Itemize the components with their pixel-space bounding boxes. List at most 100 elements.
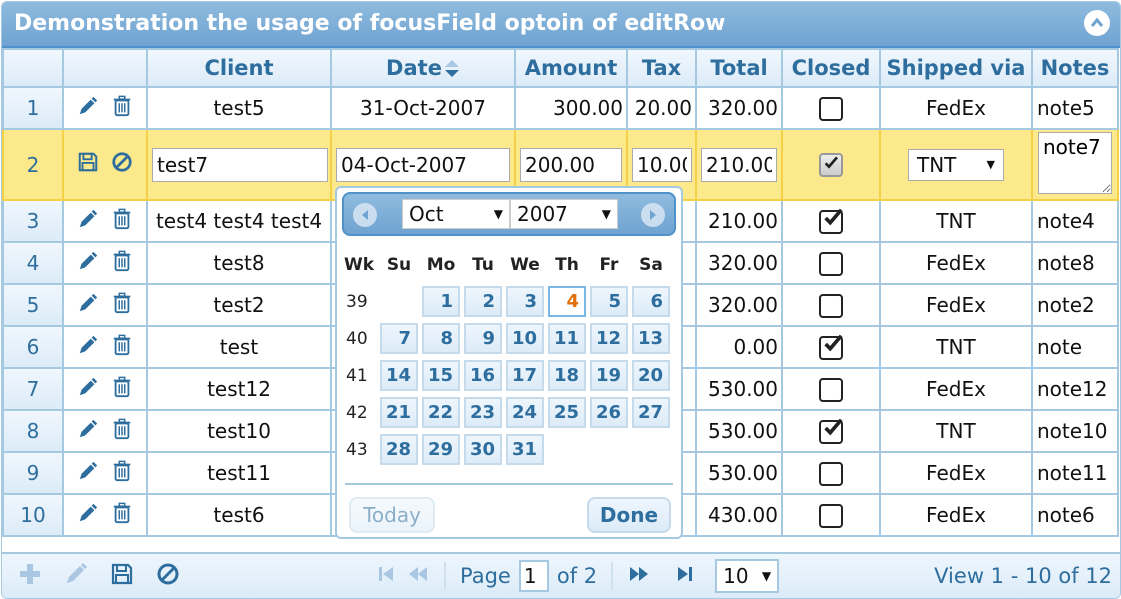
rows-per-page-select[interactable]: 10 ▼ [715,559,780,593]
calendar-day-selected[interactable]: 4 [548,286,586,317]
total-input[interactable] [701,147,777,182]
delete-row-button[interactable] [111,334,133,361]
calendar-day[interactable]: 14 [380,360,418,391]
sort-icon[interactable] [444,58,460,80]
next-month-button[interactable] [641,203,665,227]
calendar-day[interactable]: 26 [590,397,628,428]
prev-month-button[interactable] [353,203,377,227]
edit-row-button[interactable] [77,334,99,361]
cell-notes: note6 [1031,493,1119,537]
calendar-day[interactable]: 12 [590,323,628,354]
calendar-week-row: 39 1 2 3 4 5 6 [340,283,672,320]
cell-shipped-via: TNT [879,409,1033,453]
calendar-day[interactable]: 22 [422,397,460,428]
calendar-day[interactable]: 6 [632,286,670,317]
column-header-amount[interactable]: Amount [514,48,628,88]
column-header-client[interactable]: Client [146,48,332,88]
calendar-day[interactable]: 11 [548,323,586,354]
calendar-day[interactable]: 29 [422,434,460,465]
calendar-day[interactable]: 5 [590,286,628,317]
calendar-week-row: 43 28 29 30 31 [340,431,672,468]
cell-closed [781,325,881,369]
last-page-button[interactable] [673,562,697,591]
cancel-edit-button[interactable] [156,562,180,591]
closed-checkbox[interactable] [819,153,843,178]
delete-row-button[interactable] [111,502,133,529]
edit-row-button[interactable] [77,460,99,487]
done-button[interactable]: Done [587,497,671,533]
edit-row-button[interactable] [77,250,99,277]
delete-row-button[interactable] [111,250,133,277]
delete-row-button[interactable] [111,292,133,319]
amount-input[interactable] [520,147,622,182]
week-number-header: Wk [343,254,375,275]
week-number: 39 [346,291,368,312]
calendar-day[interactable]: 13 [632,323,670,354]
delete-row-button[interactable] [111,208,133,235]
prev-page-button[interactable] [406,562,430,591]
add-row-button[interactable] [18,562,42,591]
today-button[interactable]: Today [349,497,435,533]
delete-row-button[interactable] [111,95,133,122]
calendar-day[interactable]: 31 [506,434,544,465]
column-header-label: Closed [791,56,871,80]
page-count: of 2 [556,564,598,588]
delete-row-button[interactable] [111,460,133,487]
calendar-day[interactable]: 27 [632,397,670,428]
calendar-day[interactable]: 25 [548,397,586,428]
notes-textarea[interactable]: note7 [1038,132,1112,194]
rewind-icon [409,566,427,581]
calendar-day[interactable]: 28 [380,434,418,465]
calendar-day[interactable]: 1 [422,286,460,317]
calendar-day[interactable]: 21 [380,397,418,428]
column-header-closed[interactable]: Closed [781,48,881,88]
save-row-button[interactable] [110,562,134,591]
client-input[interactable] [152,147,328,182]
column-header-tax[interactable]: Tax [626,48,697,88]
calendar-day[interactable]: 2 [464,286,502,317]
calendar-day[interactable]: 18 [548,360,586,391]
date-input[interactable] [336,147,510,182]
save-row-button[interactable] [77,151,99,178]
month-select[interactable]: Oct ▼ [402,199,510,229]
collapse-grid-button[interactable] [1084,10,1110,36]
next-page-button[interactable] [627,562,651,591]
column-header-notes[interactable]: Notes [1031,48,1119,88]
calendar-day[interactable]: 7 [380,323,418,354]
delete-row-button[interactable] [111,418,133,445]
year-select[interactable]: 2007 ▼ [510,199,618,229]
tax-input[interactable] [632,147,692,182]
edit-row-button[interactable] [77,292,99,319]
delete-row-button[interactable] [111,376,133,403]
edit-row-button[interactable] [77,376,99,403]
edit-row-button[interactable] [64,562,88,591]
cancel-row-button[interactable] [111,151,133,178]
shipped-via-select[interactable]: TNT ▼ [908,148,1004,181]
edit-row-button[interactable] [77,502,99,529]
calendar-day[interactable]: 30 [464,434,502,465]
cell-closed [781,367,881,411]
closed-checkbox-checked [819,418,843,444]
page-input[interactable]: 1 [518,560,549,592]
calendar-day[interactable]: 20 [632,360,670,391]
table-row[interactable]: 1 test5 31-Oct-2007 300.00 20.00 320.00 FedEx n… [2,86,1119,130]
calendar-day[interactable]: 9 [464,323,502,354]
calendar-day[interactable]: 19 [590,360,628,391]
calendar-day[interactable]: 3 [506,286,544,317]
calendar-day[interactable]: 10 [506,323,544,354]
calendar-day[interactable]: 24 [506,397,544,428]
first-page-button[interactable] [374,562,398,591]
column-header-date[interactable]: Date [330,48,516,88]
edit-row-button[interactable] [77,208,99,235]
cell-notes: note10 [1031,409,1119,453]
calendar-day[interactable]: 23 [464,397,502,428]
calendar-day[interactable]: 8 [422,323,460,354]
column-header-ship[interactable]: Shipped via [879,48,1033,88]
edit-row-button[interactable] [77,418,99,445]
edit-row-button[interactable] [77,95,99,122]
weekday-header: Sa [639,254,663,275]
column-header-total[interactable]: Total [695,48,783,88]
calendar-day[interactable]: 17 [506,360,544,391]
calendar-day[interactable]: 15 [422,360,460,391]
calendar-day[interactable]: 16 [464,360,502,391]
